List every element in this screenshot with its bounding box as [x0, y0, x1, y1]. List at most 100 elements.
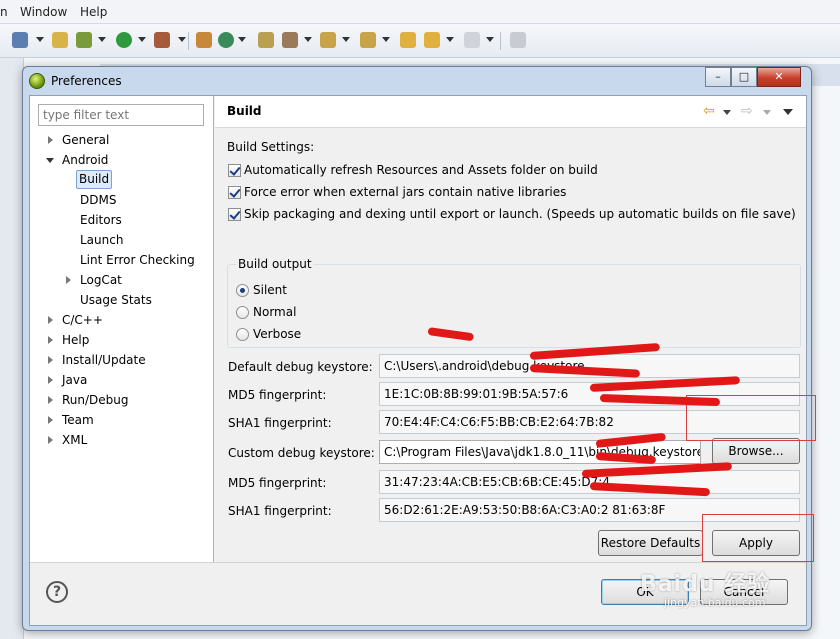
expand-arrow-icon[interactable] [48, 376, 53, 384]
tree-item-android[interactable]: Android [30, 150, 214, 170]
tree-item-help[interactable]: Help [30, 330, 214, 350]
tree-item-java[interactable]: Java [30, 370, 214, 390]
chevron-down-icon[interactable] [486, 37, 494, 42]
tree-item-c-cpp[interactable]: C/C++ [30, 310, 214, 330]
back-icon[interactable] [424, 32, 440, 48]
ide-menubar: n Window Help [0, 0, 840, 24]
chevron-down-icon[interactable] [446, 37, 454, 42]
default-keystore-label: Default debug keystore: [228, 360, 373, 374]
chevron-down-icon[interactable] [178, 37, 186, 42]
normal-radio[interactable] [236, 306, 249, 319]
chevron-down-icon[interactable] [763, 110, 771, 115]
menu-item-navigate[interactable]: n [0, 5, 8, 19]
expand-arrow-icon[interactable] [48, 416, 53, 424]
tree-item-usage-stats[interactable]: Usage Stats [30, 290, 214, 310]
tree-item-label: Android [62, 153, 109, 167]
tree-item-label: Run/Debug [62, 393, 129, 407]
new-class-icon[interactable] [218, 32, 234, 48]
new-package-icon[interactable] [196, 32, 212, 48]
custom-md5-fingerprint-label: MD5 fingerprint: [228, 476, 327, 490]
tree-item-launch[interactable]: Launch [30, 230, 214, 250]
verbose-radio[interactable] [236, 328, 249, 341]
preference-page: Build ⇦ ⇨ Build Settings: Automatically … [215, 96, 806, 562]
chevron-down-icon[interactable] [304, 37, 312, 42]
page-title: Build [227, 104, 262, 118]
tree-item-label: DDMS [80, 193, 117, 207]
md5-fingerprint-label: MD5 fingerprint: [228, 388, 327, 402]
tree-item-label: Java [62, 373, 88, 387]
tree-item-label: Build [76, 170, 113, 189]
expand-arrow-icon[interactable] [48, 336, 53, 344]
skip-packaging-label[interactable]: Skip packaging and dexing until export o… [244, 207, 796, 221]
dialog-title: Preferences [51, 74, 122, 88]
tree-item-label: LogCat [80, 273, 122, 287]
minimize-button[interactable]: – [705, 67, 731, 87]
page-header: Build ⇦ ⇨ [215, 96, 806, 128]
android-sdk-icon[interactable] [52, 32, 68, 48]
build-settings-label: Build Settings: [227, 140, 315, 154]
maximize-button[interactable]: □ [731, 67, 757, 87]
auto-refresh-label[interactable]: Automatically refresh Resources and Asse… [244, 163, 598, 177]
expand-arrow-icon[interactable] [48, 396, 53, 404]
browse-button[interactable]: Browse... [712, 438, 800, 464]
custom-sha1-fingerprint-label: SHA1 fingerprint: [228, 504, 332, 518]
open-type-icon[interactable] [258, 32, 274, 48]
force-error-label[interactable]: Force error when external jars contain n… [244, 185, 566, 199]
dialog-client-area: General Android Build DDMS Editors Launc… [29, 95, 807, 626]
close-button[interactable]: ✕ [757, 67, 801, 87]
dialog-titlebar[interactable]: Preferences – □ ✕ [23, 67, 811, 95]
expand-arrow-icon[interactable] [48, 316, 53, 324]
force-error-checkbox[interactable] [228, 186, 241, 199]
back-arrow-icon[interactable]: ⇦ [703, 103, 715, 119]
expand-arrow-icon[interactable] [48, 136, 53, 144]
tree-item-xml[interactable]: XML [30, 430, 214, 450]
external-tools-icon[interactable] [154, 32, 170, 48]
tree-item-install-update[interactable]: Install/Update [30, 350, 214, 370]
chevron-down-icon[interactable] [138, 37, 146, 42]
collapse-arrow-icon[interactable] [46, 158, 54, 163]
normal-label[interactable]: Normal [253, 305, 296, 319]
silent-label[interactable]: Silent [253, 283, 287, 297]
expand-arrow-icon[interactable] [66, 276, 71, 284]
tree-item-team[interactable]: Team [30, 410, 214, 430]
toolbar-separator [188, 32, 189, 50]
silent-radio[interactable] [236, 284, 249, 297]
new-icon[interactable] [12, 32, 28, 48]
tree-item-logcat[interactable]: LogCat [30, 270, 214, 290]
tree-item-general[interactable]: General [30, 130, 214, 150]
view-menu-icon[interactable] [783, 109, 793, 115]
tree-item-label: General [62, 133, 110, 147]
help-icon[interactable]: ? [46, 581, 68, 603]
verbose-label[interactable]: Verbose [253, 327, 301, 341]
tree-item-run-debug[interactable]: Run/Debug [30, 390, 214, 410]
tree-item-label: Usage Stats [80, 293, 152, 307]
pin-editor-icon[interactable] [510, 32, 526, 48]
menu-item-window[interactable]: Window [20, 5, 67, 19]
chevron-down-icon[interactable] [723, 110, 731, 115]
chevron-down-icon[interactable] [36, 37, 44, 42]
tree-item-lint-error-checking[interactable]: Lint Error Checking [30, 250, 214, 270]
next-annotation-icon[interactable] [320, 32, 336, 48]
tree-item-ddms[interactable]: DDMS [30, 190, 214, 210]
debug-icon[interactable] [76, 32, 92, 48]
last-edit-icon[interactable] [400, 32, 416, 48]
auto-refresh-checkbox[interactable] [228, 164, 241, 177]
tree-item-label: Team [62, 413, 94, 427]
previous-annotation-icon[interactable] [360, 32, 376, 48]
chevron-down-icon[interactable] [342, 37, 350, 42]
skip-packaging-checkbox[interactable] [228, 208, 241, 221]
chevron-down-icon[interactable] [238, 37, 246, 42]
run-icon[interactable] [116, 32, 132, 48]
forward-icon[interactable] [464, 32, 480, 48]
filter-input[interactable] [38, 104, 204, 126]
chevron-down-icon[interactable] [382, 37, 390, 42]
tree-item-build[interactable]: Build [30, 170, 214, 190]
forward-arrow-icon[interactable]: ⇨ [741, 103, 753, 119]
search-icon[interactable] [282, 32, 298, 48]
restore-defaults-button[interactable]: Restore Defaults [598, 530, 703, 556]
menu-item-help[interactable]: Help [80, 5, 107, 19]
expand-arrow-icon[interactable] [48, 436, 53, 444]
chevron-down-icon[interactable] [98, 37, 106, 42]
expand-arrow-icon[interactable] [48, 356, 53, 364]
tree-item-editors[interactable]: Editors [30, 210, 214, 230]
